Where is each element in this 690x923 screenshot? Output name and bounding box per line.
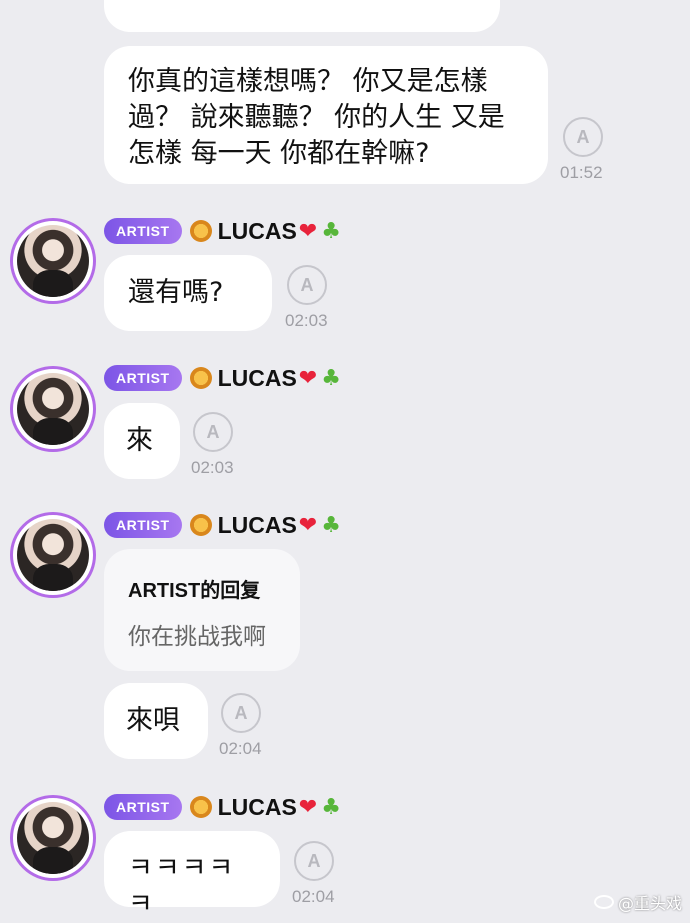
- reply-title: ARTIST的回复: [128, 580, 261, 602]
- message-text: 還有嗎?: [128, 277, 224, 308]
- sender-name: LUCAS: [217, 793, 297, 820]
- sender-name: LUCAS: [217, 217, 297, 244]
- message-text: 來唄: [126, 705, 180, 736]
- message-bubble-partial: [104, 0, 500, 32]
- translate-icon[interactable]: A: [221, 693, 261, 733]
- message-bubble: 來唄: [104, 683, 208, 759]
- sender-name: LUCAS: [217, 364, 297, 391]
- lion-emoji-icon: [189, 796, 212, 818]
- lion-emoji-icon: [189, 367, 212, 389]
- clover-emoji-icon: ♣: [321, 218, 341, 244]
- avatar[interactable]: [10, 512, 96, 598]
- weibo-logo-icon: [593, 895, 614, 909]
- lion-emoji-icon: [189, 514, 212, 536]
- reply-quote: 你在挑战我啊: [128, 624, 266, 650]
- translate-icon[interactable]: A: [287, 265, 327, 305]
- message-bubble: 還有嗎?: [104, 255, 272, 331]
- watermark-text: @重头戏: [617, 894, 682, 913]
- sender-row: ARTIST LUCAS ❤ ♣: [104, 217, 341, 245]
- artist-badge: ARTIST: [104, 365, 182, 391]
- clover-emoji-icon: ♣: [321, 794, 341, 820]
- message-bubble: 來: [104, 403, 180, 479]
- message-time: 01:52: [560, 163, 603, 182]
- watermark: @重头戏: [593, 890, 682, 914]
- message-time: 02:03: [285, 311, 328, 330]
- translate-icon[interactable]: A: [563, 117, 603, 157]
- message-time: 02:03: [191, 458, 234, 477]
- sender-row: ARTIST LUCAS ❤ ♣: [104, 511, 341, 539]
- clover-emoji-icon: ♣: [321, 365, 341, 391]
- message-bubble: 你真的這樣想嗎？ 你又是怎樣過？ 說來聽聽？ 你的人生 又是怎樣 每一天 你都在…: [104, 46, 548, 184]
- sender-row: ARTIST LUCAS ❤ ♣: [104, 364, 341, 392]
- message-text: 你真的這樣想嗎？ 你又是怎樣過？ 說來聽聽？ 你的人生 又是怎樣 每一天 你都在…: [128, 66, 505, 169]
- heart-emoji-icon: ❤: [298, 365, 318, 391]
- sender-name: LUCAS: [217, 511, 297, 538]
- avatar[interactable]: [10, 366, 96, 452]
- artist-badge: ARTIST: [104, 218, 182, 244]
- avatar[interactable]: [10, 218, 96, 304]
- message-time: 02:04: [292, 887, 335, 906]
- sender-row: ARTIST LUCAS ❤ ♣: [104, 793, 341, 821]
- artist-badge: ARTIST: [104, 512, 182, 538]
- avatar[interactable]: [10, 795, 96, 881]
- translate-icon[interactable]: A: [193, 412, 233, 452]
- message-bubble: ㅋㅋㅋㅋㅋ: [104, 831, 280, 920]
- message-text: ㅋㅋㅋㅋㅋ: [128, 853, 236, 920]
- heart-emoji-icon: ❤: [298, 512, 318, 538]
- message-time: 02:04: [219, 739, 262, 758]
- message-text: 來: [126, 425, 153, 456]
- reply-card[interactable]: ARTIST的回复 你在挑战我啊: [104, 549, 300, 671]
- heart-emoji-icon: ❤: [298, 218, 318, 244]
- clover-emoji-icon: ♣: [321, 512, 341, 538]
- heart-emoji-icon: ❤: [298, 794, 318, 820]
- translate-icon[interactable]: A: [294, 841, 334, 881]
- artist-badge: ARTIST: [104, 794, 182, 820]
- lion-emoji-icon: [189, 220, 212, 242]
